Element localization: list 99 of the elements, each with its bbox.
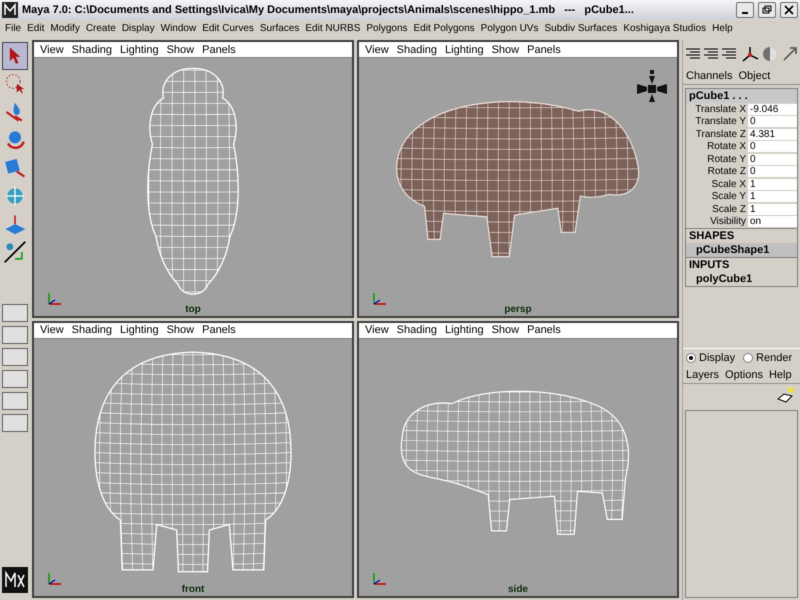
viewport-label: front — [182, 584, 204, 595]
arrow-icon[interactable] — [781, 45, 799, 63]
list-layout-icon[interactable] — [703, 47, 719, 61]
restore-icon — [761, 4, 773, 16]
menu-item[interactable]: Edit NURBS — [302, 23, 364, 34]
attribute-name: Scale Z — [711, 204, 747, 215]
viewport-menu-item[interactable]: Shading — [68, 324, 116, 336]
panel-tab[interactable]: Channels — [686, 70, 732, 82]
menu-item[interactable]: Polygons — [363, 23, 411, 34]
axis-icon — [371, 571, 389, 587]
attribute-field[interactable]: 1 — [748, 178, 797, 190]
attribute-field[interactable]: -9.046 — [748, 104, 797, 115]
axis-icon — [46, 571, 64, 587]
menu-item[interactable]: Edit — [24, 23, 48, 34]
sphere-icon[interactable] — [761, 45, 779, 63]
shape-item[interactable]: pCubeShape1 — [686, 243, 797, 257]
menu-item[interactable]: Layers — [686, 369, 720, 381]
close-icon — [783, 4, 795, 16]
layout-button[interactable] — [2, 392, 28, 410]
viewport-menu-item[interactable]: Shading — [392, 44, 442, 56]
attribute-field[interactable]: 1 — [748, 204, 797, 215]
radio-button[interactable] — [686, 353, 696, 363]
minimize-button[interactable] — [736, 2, 754, 18]
attribute-name: Visibility — [709, 216, 747, 228]
minimize-icon — [739, 12, 751, 14]
attribute-name: Translate X — [694, 104, 747, 115]
menu-item[interactable]: Surfaces — [256, 23, 302, 34]
list-layout-icon[interactable] — [685, 47, 701, 61]
menu-item[interactable]: File — [2, 23, 24, 34]
menu-item[interactable]: Create — [82, 23, 119, 34]
input-item[interactable]: polyCube1 — [686, 272, 797, 286]
layout-button[interactable] — [2, 370, 28, 388]
attribute-field[interactable]: 0 — [748, 154, 797, 165]
radio-label: Display — [699, 352, 736, 364]
new-layer-icon[interactable] — [776, 386, 796, 404]
viewport-label: persp — [504, 304, 532, 314]
tool-icon — [3, 239, 27, 265]
window-title: Maya 7.0: C:\Documents and Settings\Ivica\My Documents\maya\projects\Animals\scenes\hippo_1.mb --- pCube1... — [22, 4, 635, 16]
layout-button[interactable] — [2, 326, 28, 344]
menu-item[interactable]: Subdiv Surfaces — [541, 23, 620, 34]
axis-icon — [46, 290, 64, 306]
attribute-field[interactable]: 0 — [748, 166, 797, 178]
section-heading: INPUTS — [686, 257, 797, 272]
attribute-field[interactable]: 0 — [748, 116, 797, 128]
viewport-menu-item[interactable]: Lighting — [441, 44, 488, 56]
viewport-label: side — [508, 584, 528, 595]
attribute-name: Rotate X — [706, 141, 747, 152]
attribute-field[interactable]: 4.381 — [748, 128, 797, 140]
viewport-menu-item[interactable]: Show — [488, 324, 524, 336]
logo-icon — [2, 567, 28, 593]
menu-item[interactable]: Help — [709, 23, 736, 34]
node-name[interactable]: pCube1 . . . — [686, 89, 797, 103]
app-icon — [2, 2, 18, 18]
menu-item[interactable]: Modify — [47, 23, 83, 34]
viewport-menu-item[interactable]: Shading — [392, 324, 442, 336]
menu-item[interactable]: Koshigaya Studios — [620, 23, 710, 34]
panel-tab[interactable]: Object — [738, 70, 770, 82]
viewport-menu-item[interactable]: Panels — [523, 44, 565, 56]
menu-item[interactable]: Polygon UVs — [478, 23, 542, 34]
attribute-name: Translate Y — [694, 116, 747, 128]
viewport-menu-item[interactable]: Show — [162, 44, 198, 56]
attribute-name: Translate Z — [694, 128, 747, 140]
menu-item[interactable]: Window — [158, 23, 200, 34]
attribute-field[interactable]: 1 — [748, 191, 797, 202]
viewport-menu-item[interactable]: Panels — [198, 44, 240, 56]
menu-item[interactable]: Display — [118, 23, 158, 34]
radio-button[interactable] — [743, 353, 754, 363]
layout-button[interactable] — [2, 348, 28, 366]
viewport-menu-item[interactable]: Shading — [68, 44, 116, 56]
menu-item[interactable]: Help — [768, 369, 792, 381]
viewport-menu-item[interactable]: Lighting — [116, 44, 163, 56]
close-button[interactable] — [780, 2, 798, 18]
viewport-menu-item[interactable]: Show — [162, 324, 198, 336]
viewport-menu-item[interactable]: Lighting — [441, 324, 488, 336]
menu-item[interactable]: Options — [725, 369, 763, 381]
viewport-menu-item[interactable]: View — [361, 324, 393, 336]
viewport-menu-item[interactable]: View — [36, 324, 68, 336]
attribute-name: Scale Y — [710, 191, 747, 202]
viewport-menu-item[interactable]: Panels — [523, 324, 565, 336]
axis-icon[interactable] — [741, 45, 759, 63]
menu-item[interactable]: Edit Polygons — [410, 23, 478, 34]
attribute-name: Scale X — [710, 178, 747, 190]
axis-icon — [371, 290, 389, 306]
attribute-field[interactable]: on — [748, 216, 797, 228]
layout-button[interactable] — [2, 414, 28, 432]
viewport-menu-item[interactable]: Panels — [198, 324, 240, 336]
viewport-menu-item[interactable]: Show — [488, 44, 524, 56]
menu-item[interactable]: Edit Curves — [199, 23, 257, 34]
viewport-label: top — [185, 304, 201, 314]
viewport-menu-item[interactable]: View — [36, 44, 68, 56]
list-layout-icon[interactable] — [721, 47, 737, 61]
layout-button[interactable] — [2, 304, 28, 322]
viewport-menu-item[interactable]: View — [361, 44, 393, 56]
attribute-field[interactable]: 0 — [748, 141, 797, 152]
restore-button[interactable] — [758, 2, 776, 18]
radio-label: Render — [756, 352, 792, 364]
viewport-menu-item[interactable]: Lighting — [116, 324, 163, 336]
attribute-name: Rotate Y — [706, 154, 747, 165]
attribute-name: Rotate Z — [706, 166, 747, 178]
